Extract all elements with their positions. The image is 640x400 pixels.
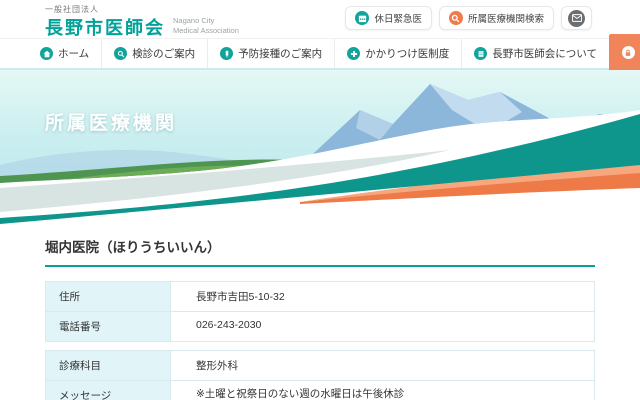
checkup-icon [114, 47, 127, 60]
clinic-contact-table: 住所 長野市吉田5-10-32 電話番号 026-243-2030 [45, 281, 595, 342]
vaccine-icon [220, 47, 233, 60]
clinic-detail-table: 診療科目 整形外科 メッセージ ※土曜と祝祭日のない週の水曜日は午後休診 ● 当… [45, 350, 595, 400]
nav-item-home[interactable]: ホーム [28, 39, 101, 68]
nav-item-vaccination[interactable]: 予防接種のご案内 [207, 39, 334, 68]
message-note: ※土曜と祝祭日のない週の水曜日は午後休診 [196, 388, 594, 400]
table-row: メッセージ ※土曜と祝祭日のない週の水曜日は午後休診 ● 当院の診療科は「整形外… [46, 381, 595, 400]
row-label: 電話番号 [46, 312, 171, 342]
doctor-icon [347, 47, 360, 60]
mountain-hero-graphic [0, 70, 640, 232]
hero-banner: 所属医療機関 [0, 70, 640, 232]
heading-rule [45, 265, 595, 267]
institution-search-button[interactable]: 所属医療機関検索 [439, 6, 554, 30]
org-type-label: 一般社団法人 [45, 4, 239, 15]
contact-mail-button[interactable] [561, 6, 592, 30]
row-label: 住所 [46, 282, 171, 312]
site-logo[interactable]: 一般社団法人 長野市医師会 Nagano City Medical Associ… [45, 4, 239, 37]
calendar-icon [355, 11, 369, 25]
table-row: 住所 長野市吉田5-10-32 [46, 282, 595, 312]
nav-label: 予防接種のご案内 [238, 46, 322, 61]
nav-label: ホーム [58, 46, 89, 61]
row-value: 長野市吉田5-10-32 [171, 282, 595, 312]
home-icon [40, 47, 53, 60]
header-buttons: 休日緊急医 所属医療機関検索 [345, 6, 592, 30]
search-icon [449, 11, 463, 25]
table-row: 診療科目 整形外科 [46, 351, 595, 381]
nav-label: 検診のご案内 [132, 46, 195, 61]
row-value: 整形外科 [171, 351, 595, 381]
page-title: 所属医療機関 [45, 108, 177, 135]
holiday-emergency-button[interactable]: 休日緊急医 [345, 6, 432, 30]
row-label: メッセージ [46, 381, 171, 400]
header: 一般社団法人 長野市医師会 Nagano City Medical Associ… [0, 0, 640, 38]
clinic-name-heading: 堀内医院（ほりうちいいん） [45, 236, 595, 256]
clinic-message: ※土曜と祝祭日のない週の水曜日は午後休診 ● 当院の診療科は「整形外科」です。入… [171, 381, 595, 400]
holiday-emergency-label: 休日緊急医 [374, 11, 422, 25]
nav-item-family-doctor[interactable]: かかりつけ医制度 [334, 39, 461, 68]
nav-item-about[interactable]: 長野市医師会について [461, 39, 609, 68]
nav-item-member-page[interactable]: 会員ページ [609, 34, 640, 71]
main-nav: ホーム 検診のご案内 予防接種のご案内 かかりつけ医制度 長野市医師会について [0, 38, 640, 70]
about-icon [474, 47, 487, 60]
table-row: 電話番号 026-243-2030 [46, 312, 595, 342]
nav-label: 長野市医師会について [492, 46, 597, 61]
mail-icon [568, 10, 585, 27]
row-value: 026-243-2030 [171, 312, 595, 342]
nav-item-checkup[interactable]: 検診のご案内 [101, 39, 207, 68]
org-name: 長野市医師会 [45, 19, 165, 37]
institution-search-label: 所属医療機関検索 [468, 11, 544, 25]
page: 一般社団法人 長野市医師会 Nagano City Medical Associ… [0, 0, 640, 400]
lock-icon [622, 46, 635, 59]
clinic-detail-section: 堀内医院（ほりうちいいん） 住所 長野市吉田5-10-32 電話番号 026-2… [45, 236, 595, 400]
org-name-english: Nagano City Medical Association [173, 16, 239, 37]
row-label: 診療科目 [46, 351, 171, 381]
nav-label: かかりつけ医制度 [365, 46, 449, 61]
